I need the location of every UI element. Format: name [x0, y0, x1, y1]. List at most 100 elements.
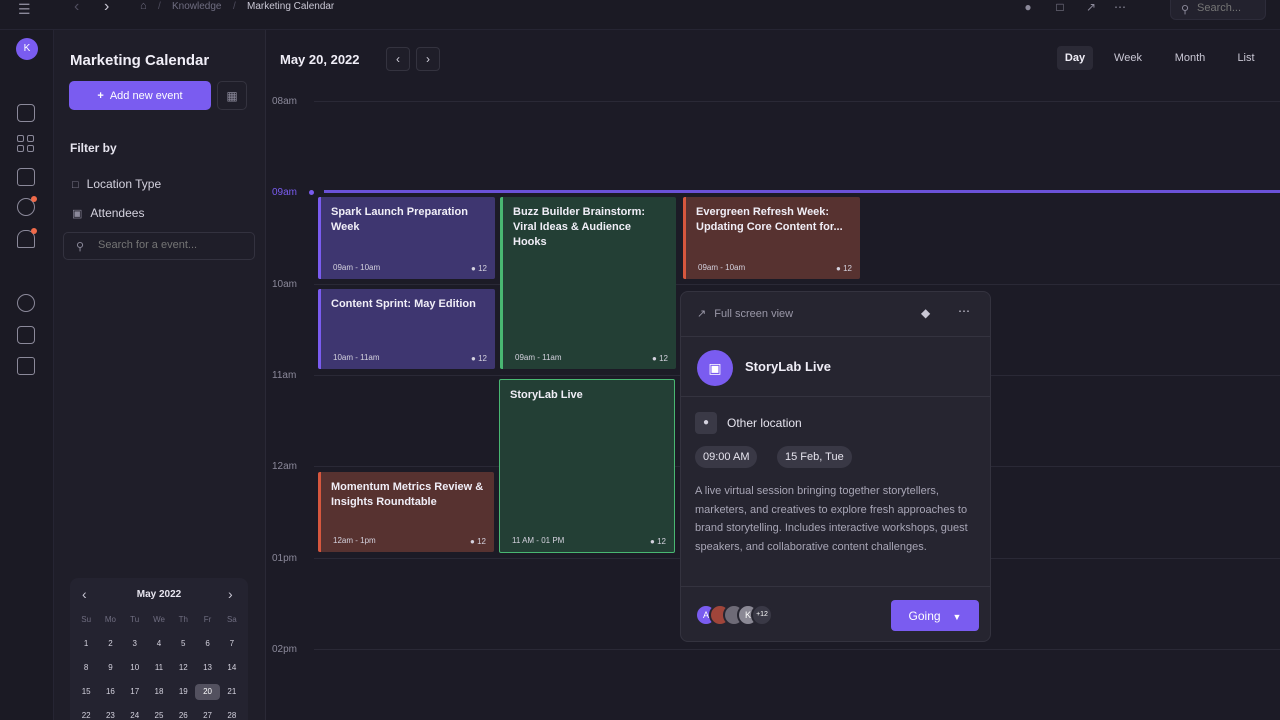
apps-grid-icon[interactable] — [17, 135, 35, 153]
mini-calendar-title: May 2022 — [136, 589, 182, 600]
hour-label: 02pm — [272, 644, 298, 655]
event-title: StoryLab Live — [510, 389, 583, 401]
search-icon: ⚲ — [76, 241, 85, 253]
event-title: Spark Launch Preparation Week — [331, 206, 468, 233]
mini-calendar-day[interactable]: 4 — [147, 636, 171, 652]
next-month-icon[interactable]: › — [228, 586, 233, 602]
avatar[interactable]: K — [16, 38, 38, 60]
tab-week[interactable]: Week — [1108, 46, 1148, 70]
event-storylab-live[interactable]: StoryLab Live 11 AM - 01 PM ● 12 — [499, 379, 675, 553]
building-icon[interactable] — [17, 326, 35, 344]
global-search[interactable]: ⚲ — [1170, 0, 1266, 20]
event-evergreen-refresh[interactable]: Evergreen Refresh Week: Updating Core Co… — [683, 197, 860, 279]
event-time: 09am - 10am — [333, 263, 381, 272]
chat-icon: □ — [72, 179, 79, 191]
mini-calendar-day[interactable]: 3 — [123, 636, 147, 652]
filter-attendees[interactable]: ▣ Attendees — [72, 206, 144, 220]
mini-calendar-day[interactable]: 24 — [123, 708, 147, 720]
mini-calendar-day[interactable]: 28 — [220, 708, 244, 720]
plus-square-icon[interactable] — [17, 104, 35, 122]
event-title: Evergreen Refresh Week: Updating Core Co… — [696, 206, 843, 233]
mini-calendar-day[interactable]: 11 — [147, 660, 171, 676]
event-buzz-builder[interactable]: Buzz Builder Brainstorm: Viral Ideas & A… — [500, 197, 676, 369]
mini-calendar-day[interactable]: 9 — [98, 660, 122, 676]
fullscreen-label: Full screen view — [714, 308, 794, 320]
mini-calendar-day[interactable]: 22 — [74, 708, 98, 720]
event-attendees: ● 12 — [652, 354, 668, 363]
more-icon[interactable]: ⋯ — [958, 304, 970, 318]
mini-calendar-day[interactable]: 13 — [195, 660, 219, 676]
more-icon[interactable]: ⋯ — [1113, 0, 1127, 14]
time-chip: 09:00 AM — [695, 446, 758, 468]
weekday-label: We — [153, 615, 165, 624]
forward-arrow-icon[interactable]: › — [104, 0, 109, 16]
attendee-count: 12 — [657, 537, 666, 546]
mini-calendar-day[interactable]: 18 — [147, 684, 171, 700]
add-event-button[interactable]: + Add new event — [69, 81, 211, 110]
breadcrumb-item-knowledge[interactable]: Knowledge — [172, 1, 221, 12]
mini-calendar-day[interactable]: 2 — [98, 636, 122, 652]
mini-calendar-day[interactable]: 19 — [171, 684, 195, 700]
mini-calendar-day[interactable]: 8 — [74, 660, 98, 676]
mini-calendar-day[interactable]: 21 — [220, 684, 244, 700]
top-bar: ☰ ‹ › ⌂ / Knowledge / Marketing Calendar… — [0, 0, 1280, 30]
team-icon[interactable] — [17, 294, 35, 312]
home-icon[interactable]: ⌂ — [140, 0, 147, 12]
tab-month[interactable]: Month — [1166, 46, 1214, 70]
tab-list[interactable]: List — [1230, 46, 1262, 70]
lock-icon[interactable] — [17, 168, 35, 186]
mini-calendar-grid: Su Mo Tu We Th Fr Sa 1 2 3 4 5 6 7 8 9 10 11 12 13 14 15 16 17 1… — [74, 612, 244, 720]
sidebar: Marketing Calendar + Add new event ▦ Filt… — [54, 30, 266, 720]
global-search-input[interactable] — [1197, 2, 1263, 14]
filter-label: Attendees — [90, 206, 145, 220]
mini-calendar-day[interactable]: 26 — [171, 708, 195, 720]
event-search-input[interactable] — [98, 239, 248, 251]
back-arrow-icon[interactable]: ‹ — [74, 0, 79, 16]
mini-calendar-day[interactable]: 27 — [195, 708, 219, 720]
calendar-toggle-button[interactable]: ▦ — [217, 81, 247, 110]
event-attendees: ● 12 — [470, 537, 486, 546]
prev-day-button[interactable]: ‹ — [386, 47, 410, 71]
now-indicator-dot — [309, 190, 314, 195]
event-time: 11 AM - 01 PM — [512, 536, 565, 545]
mini-calendar-day[interactable]: 10 — [123, 660, 147, 676]
mini-calendar-day[interactable]: 14 — [220, 660, 244, 676]
event-search[interactable]: ⚲ — [63, 232, 255, 260]
mini-calendar-day[interactable]: 7 — [220, 636, 244, 652]
going-label: Going — [908, 608, 941, 623]
mini-calendar: ‹ May 2022 › Su Mo Tu We Th Fr Sa 1 2 3 4 5 6 7 8 9 10 11… — [70, 578, 248, 720]
next-day-button[interactable]: › — [416, 47, 440, 71]
event-momentum-metrics[interactable]: Momentum Metrics Review & Insights Round… — [318, 472, 494, 552]
mini-calendar-day-selected[interactable]: 20 — [195, 684, 220, 700]
expand-icon[interactable]: ↗ — [1084, 0, 1098, 14]
divider — [681, 396, 990, 397]
flow-icon[interactable] — [17, 357, 35, 375]
mini-calendar-day[interactable]: 6 — [195, 636, 219, 652]
mini-calendar-day[interactable]: 5 — [171, 636, 195, 652]
mini-calendar-day[interactable]: 23 — [98, 708, 122, 720]
microphone-icon[interactable]: ● — [1021, 0, 1035, 14]
bell-icon[interactable]: ◆ — [921, 306, 930, 320]
page-title: Marketing Calendar — [70, 52, 210, 69]
mini-calendar-day[interactable]: 16 — [98, 684, 122, 700]
tab-day[interactable]: Day — [1057, 46, 1093, 70]
calendar-icon: ▦ — [226, 88, 238, 103]
filter-location-type[interactable]: □ Location Type — [72, 177, 161, 191]
mini-calendar-day[interactable]: 25 — [147, 708, 171, 720]
event-spark-launch[interactable]: Spark Launch Preparation Week 09am - 10a… — [318, 197, 495, 279]
event-content-sprint[interactable]: Content Sprint: May Edition 10am - 11am … — [318, 289, 495, 369]
mini-calendar-day[interactable]: 1 — [74, 636, 98, 652]
breadcrumb-separator: / — [233, 1, 236, 12]
screen-icon[interactable]: □ — [1053, 0, 1067, 14]
event-attendees: ● 12 — [471, 354, 487, 363]
going-button[interactable]: Going ▼ — [891, 600, 979, 631]
mini-calendar-day[interactable]: 17 — [123, 684, 147, 700]
attendee-count: 12 — [659, 354, 668, 363]
hour-line — [314, 649, 1280, 650]
mini-calendar-day[interactable]: 12 — [171, 660, 195, 676]
popover-event-title: StoryLab Live — [745, 359, 831, 374]
menu-icon[interactable]: ☰ — [18, 1, 38, 17]
event-logo-icon: ▣ — [697, 350, 733, 386]
mini-calendar-day[interactable]: 15 — [74, 684, 98, 700]
fullscreen-view-link[interactable]: ↗ Full screen view — [697, 307, 793, 320]
